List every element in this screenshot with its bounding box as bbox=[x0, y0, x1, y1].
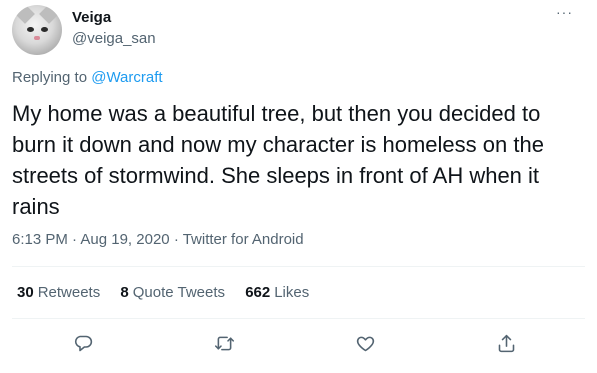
tweet-meta: 6:13 PM · Aug 19, 2020 · Twitter for And… bbox=[12, 231, 304, 248]
likes-stat[interactable]: 662 Likes bbox=[245, 284, 309, 301]
tweet-stats: 30 Retweets 8 Quote Tweets 662 Likes bbox=[17, 284, 325, 301]
share-button[interactable] bbox=[491, 328, 521, 358]
avatar[interactable] bbox=[12, 5, 62, 55]
quote-tweets-stat[interactable]: 8 Quote Tweets bbox=[120, 284, 225, 301]
retweets-count: 30 bbox=[17, 284, 34, 301]
replying-to-mention-link[interactable]: @Warcraft bbox=[91, 69, 162, 86]
reply-icon bbox=[74, 335, 92, 351]
heart-icon bbox=[356, 336, 374, 351]
quote-tweets-label: Quote Tweets bbox=[132, 284, 226, 301]
tweet-actions bbox=[0, 328, 597, 358]
retweet-icon bbox=[214, 336, 234, 350]
retweets-stat[interactable]: 30 Retweets bbox=[17, 284, 100, 301]
quote-tweets-count: 8 bbox=[120, 284, 129, 301]
author-display-name[interactable]: Veiga bbox=[72, 9, 111, 26]
avatar-ear bbox=[39, 5, 59, 24]
avatar-ear bbox=[15, 5, 35, 24]
avatar-eye bbox=[41, 27, 48, 32]
meta-separator: · bbox=[72, 231, 78, 248]
tweet-source-link[interactable]: Twitter for Android bbox=[183, 231, 304, 248]
author-handle[interactable]: @veiga_san bbox=[72, 30, 156, 47]
avatar-eye bbox=[27, 27, 34, 32]
tweet-time[interactable]: 6:13 PM bbox=[12, 231, 68, 248]
divider bbox=[12, 266, 585, 267]
reply-button[interactable] bbox=[68, 328, 98, 358]
meta-separator: · bbox=[173, 231, 179, 248]
like-button[interactable] bbox=[350, 328, 380, 358]
tweet-text: My home was a beautiful tree, but then y… bbox=[12, 101, 544, 219]
replying-to: Replying to @Warcraft bbox=[12, 69, 163, 86]
replying-to-label: Replying to bbox=[12, 69, 88, 86]
retweets-label: Retweets bbox=[37, 284, 101, 301]
avatar-nose bbox=[34, 36, 40, 40]
share-icon bbox=[498, 334, 514, 352]
more-options-icon[interactable]: ··· bbox=[556, 4, 573, 20]
divider bbox=[12, 318, 585, 319]
likes-label: Likes bbox=[274, 284, 310, 301]
tweet-date[interactable]: Aug 19, 2020 bbox=[80, 231, 169, 248]
likes-count: 662 bbox=[245, 284, 271, 301]
retweet-button[interactable] bbox=[209, 328, 239, 358]
